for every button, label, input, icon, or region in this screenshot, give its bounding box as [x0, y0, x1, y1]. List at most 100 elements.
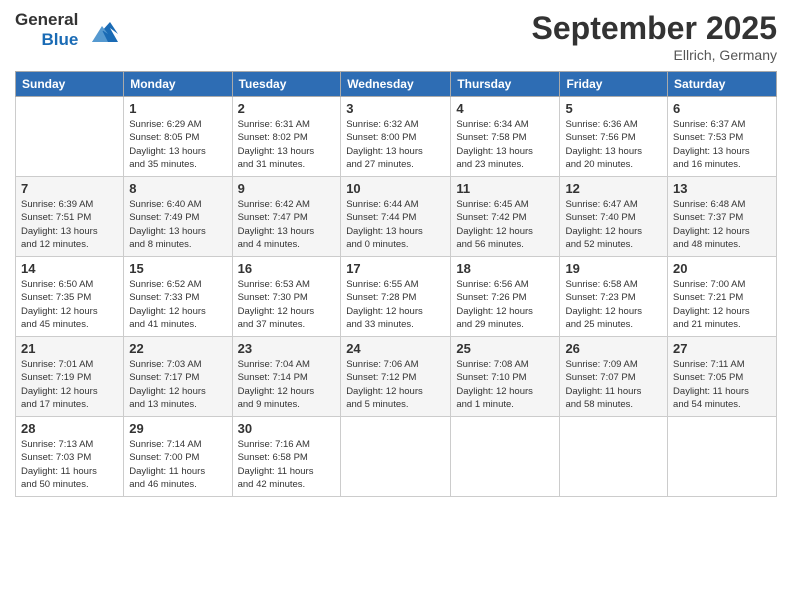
calendar-cell: 11 Sunrise: 6:45 AMSunset: 7:42 PMDayligh…	[451, 177, 560, 257]
weekday-header-thursday: Thursday	[451, 72, 560, 97]
calendar-cell: 1 Sunrise: 6:29 AMSunset: 8:05 PMDaylight…	[124, 97, 232, 177]
title-block: September 2025 Ellrich, Germany	[532, 10, 777, 63]
day-info: Sunrise: 7:04 AMSunset: 7:14 PMDaylight:…	[238, 358, 336, 411]
day-info: Sunrise: 6:53 AMSunset: 7:30 PMDaylight:…	[238, 278, 336, 331]
day-info: Sunrise: 7:14 AMSunset: 7:00 PMDaylight:…	[129, 438, 226, 491]
page-header: General Blue September 2025 Ellrich, Ger…	[15, 10, 777, 63]
week-row-3: 14 Sunrise: 6:50 AMSunset: 7:35 PMDayligh…	[16, 257, 777, 337]
day-info: Sunrise: 7:03 AMSunset: 7:17 PMDaylight:…	[129, 358, 226, 411]
calendar-cell: 23 Sunrise: 7:04 AMSunset: 7:14 PMDayligh…	[232, 337, 341, 417]
day-info: Sunrise: 6:36 AMSunset: 7:56 PMDaylight:…	[565, 118, 662, 171]
day-number: 20	[673, 261, 771, 276]
day-info: Sunrise: 6:56 AMSunset: 7:26 PMDaylight:…	[456, 278, 554, 331]
day-number: 28	[21, 421, 118, 436]
day-info: Sunrise: 7:00 AMSunset: 7:21 PMDaylight:…	[673, 278, 771, 331]
calendar-cell: 4 Sunrise: 6:34 AMSunset: 7:58 PMDaylight…	[451, 97, 560, 177]
day-number: 12	[565, 181, 662, 196]
day-number: 16	[238, 261, 336, 276]
calendar-cell: 17 Sunrise: 6:55 AMSunset: 7:28 PMDayligh…	[341, 257, 451, 337]
day-number: 7	[21, 181, 118, 196]
day-number: 25	[456, 341, 554, 356]
weekday-header-row: SundayMondayTuesdayWednesdayThursdayFrid…	[16, 72, 777, 97]
day-info: Sunrise: 6:32 AMSunset: 8:00 PMDaylight:…	[346, 118, 445, 171]
page-container: General Blue September 2025 Ellrich, Ger…	[0, 0, 792, 507]
day-number: 29	[129, 421, 226, 436]
day-number: 3	[346, 101, 445, 116]
day-number: 4	[456, 101, 554, 116]
day-number: 17	[346, 261, 445, 276]
weekday-header-monday: Monday	[124, 72, 232, 97]
calendar-cell: 20 Sunrise: 7:00 AMSunset: 7:21 PMDayligh…	[668, 257, 777, 337]
calendar-cell	[560, 417, 668, 497]
day-info: Sunrise: 7:09 AMSunset: 7:07 PMDaylight:…	[565, 358, 662, 411]
day-number: 22	[129, 341, 226, 356]
day-info: Sunrise: 7:01 AMSunset: 7:19 PMDaylight:…	[21, 358, 118, 411]
calendar-cell: 14 Sunrise: 6:50 AMSunset: 7:35 PMDayligh…	[16, 257, 124, 337]
day-number: 21	[21, 341, 118, 356]
calendar-cell: 21 Sunrise: 7:01 AMSunset: 7:19 PMDayligh…	[16, 337, 124, 417]
calendar-cell: 16 Sunrise: 6:53 AMSunset: 7:30 PMDayligh…	[232, 257, 341, 337]
day-info: Sunrise: 6:58 AMSunset: 7:23 PMDaylight:…	[565, 278, 662, 331]
day-info: Sunrise: 6:48 AMSunset: 7:37 PMDaylight:…	[673, 198, 771, 251]
location: Ellrich, Germany	[532, 47, 777, 63]
week-row-1: 1 Sunrise: 6:29 AMSunset: 8:05 PMDaylight…	[16, 97, 777, 177]
calendar-cell: 9 Sunrise: 6:42 AMSunset: 7:47 PMDaylight…	[232, 177, 341, 257]
day-number: 11	[456, 181, 554, 196]
weekday-header-wednesday: Wednesday	[341, 72, 451, 97]
day-number: 5	[565, 101, 662, 116]
calendar-cell: 5 Sunrise: 6:36 AMSunset: 7:56 PMDaylight…	[560, 97, 668, 177]
weekday-header-sunday: Sunday	[16, 72, 124, 97]
day-info: Sunrise: 6:29 AMSunset: 8:05 PMDaylight:…	[129, 118, 226, 171]
calendar-table: SundayMondayTuesdayWednesdayThursdayFrid…	[15, 71, 777, 497]
calendar-cell: 19 Sunrise: 6:58 AMSunset: 7:23 PMDayligh…	[560, 257, 668, 337]
day-number: 14	[21, 261, 118, 276]
day-number: 26	[565, 341, 662, 356]
calendar-cell: 25 Sunrise: 7:08 AMSunset: 7:10 PMDayligh…	[451, 337, 560, 417]
day-number: 13	[673, 181, 771, 196]
day-info: Sunrise: 7:11 AMSunset: 7:05 PMDaylight:…	[673, 358, 771, 411]
week-row-5: 28 Sunrise: 7:13 AMSunset: 7:03 PMDayligh…	[16, 417, 777, 497]
calendar-cell	[16, 97, 124, 177]
day-info: Sunrise: 7:13 AMSunset: 7:03 PMDaylight:…	[21, 438, 118, 491]
calendar-cell: 18 Sunrise: 6:56 AMSunset: 7:26 PMDayligh…	[451, 257, 560, 337]
weekday-header-friday: Friday	[560, 72, 668, 97]
day-info: Sunrise: 6:44 AMSunset: 7:44 PMDaylight:…	[346, 198, 445, 251]
calendar-cell	[668, 417, 777, 497]
day-info: Sunrise: 6:50 AMSunset: 7:35 PMDaylight:…	[21, 278, 118, 331]
calendar-cell: 22 Sunrise: 7:03 AMSunset: 7:17 PMDayligh…	[124, 337, 232, 417]
day-info: Sunrise: 7:06 AMSunset: 7:12 PMDaylight:…	[346, 358, 445, 411]
day-info: Sunrise: 6:45 AMSunset: 7:42 PMDaylight:…	[456, 198, 554, 251]
day-info: Sunrise: 6:31 AMSunset: 8:02 PMDaylight:…	[238, 118, 336, 171]
calendar-cell: 3 Sunrise: 6:32 AMSunset: 8:00 PMDaylight…	[341, 97, 451, 177]
day-number: 27	[673, 341, 771, 356]
day-number: 1	[129, 101, 226, 116]
day-info: Sunrise: 6:55 AMSunset: 7:28 PMDaylight:…	[346, 278, 445, 331]
day-info: Sunrise: 6:42 AMSunset: 7:47 PMDaylight:…	[238, 198, 336, 251]
week-row-2: 7Sunrise: 6:39 AMSunset: 7:51 PMDaylight…	[16, 177, 777, 257]
month-title: September 2025	[532, 10, 777, 47]
day-info: Sunrise: 7:16 AMSunset: 6:58 PMDaylight:…	[238, 438, 336, 491]
calendar-cell: 28 Sunrise: 7:13 AMSunset: 7:03 PMDayligh…	[16, 417, 124, 497]
day-info: Sunrise: 6:47 AMSunset: 7:40 PMDaylight:…	[565, 198, 662, 251]
day-info: Sunrise: 7:08 AMSunset: 7:10 PMDaylight:…	[456, 358, 554, 411]
calendar-cell: 15Sunrise: 6:52 AMSunset: 7:33 PMDayligh…	[124, 257, 232, 337]
day-number: 19	[565, 261, 662, 276]
day-info: Sunrise: 6:52 AMSunset: 7:33 PMDaylight:…	[129, 278, 226, 331]
day-number: 18	[456, 261, 554, 276]
calendar-cell: 24 Sunrise: 7:06 AMSunset: 7:12 PMDayligh…	[341, 337, 451, 417]
calendar-cell: 12 Sunrise: 6:47 AMSunset: 7:40 PMDayligh…	[560, 177, 668, 257]
calendar-cell: 27 Sunrise: 7:11 AMSunset: 7:05 PMDayligh…	[668, 337, 777, 417]
day-number: 2	[238, 101, 336, 116]
calendar-cell: 26 Sunrise: 7:09 AMSunset: 7:07 PMDayligh…	[560, 337, 668, 417]
calendar-cell: 8 Sunrise: 6:40 AMSunset: 7:49 PMDaylight…	[124, 177, 232, 257]
day-number: 8	[129, 181, 226, 196]
calendar-cell: 10Sunrise: 6:44 AMSunset: 7:44 PMDayligh…	[341, 177, 451, 257]
day-number: 9	[238, 181, 336, 196]
day-info: Sunrise: 6:34 AMSunset: 7:58 PMDaylight:…	[456, 118, 554, 171]
calendar-cell: 7Sunrise: 6:39 AMSunset: 7:51 PMDaylight…	[16, 177, 124, 257]
day-info: Sunrise: 6:40 AMSunset: 7:49 PMDaylight:…	[129, 198, 226, 251]
day-number: 24	[346, 341, 445, 356]
day-number: 23	[238, 341, 336, 356]
day-number: 6	[673, 101, 771, 116]
calendar-cell: 29 Sunrise: 7:14 AMSunset: 7:00 PMDayligh…	[124, 417, 232, 497]
